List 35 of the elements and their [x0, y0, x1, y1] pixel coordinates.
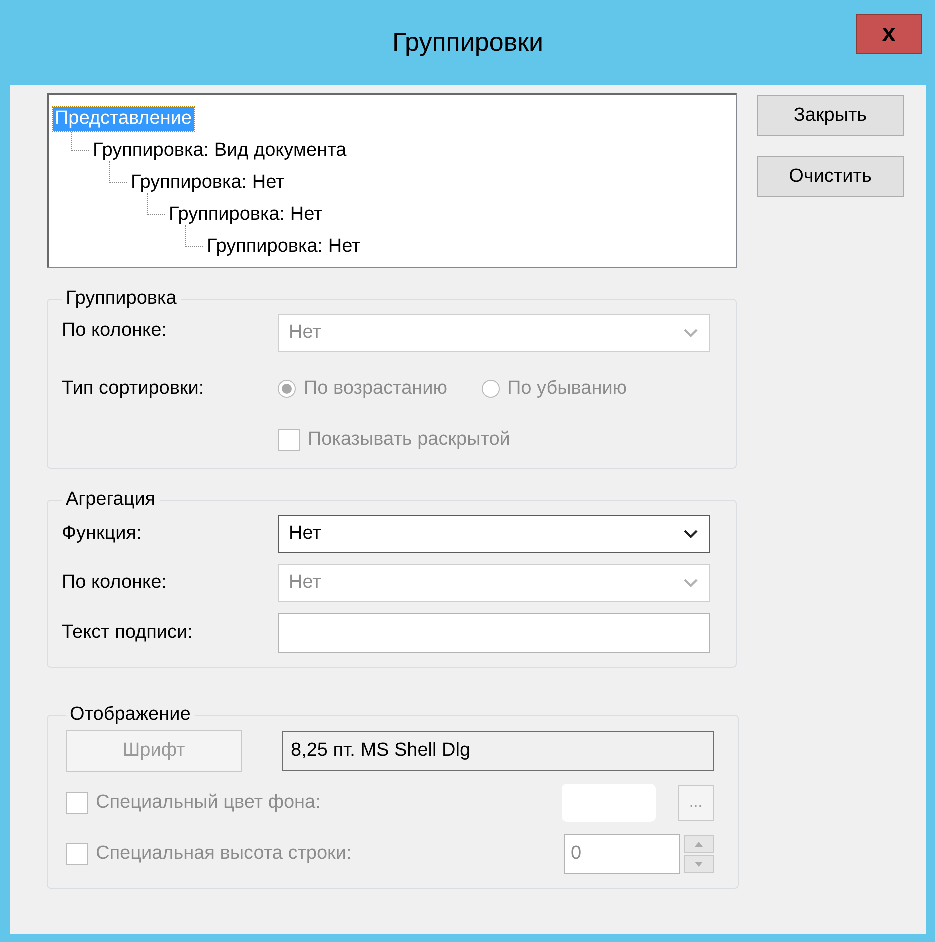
tree-item[interactable]: Группировка: Нет	[167, 203, 325, 227]
window-title: Группировки	[392, 27, 544, 58]
tree-connector	[71, 129, 89, 151]
dialog-button[interactable]: Закрыть	[757, 95, 904, 136]
field-label: По колонке:	[62, 572, 168, 594]
dropdown-chevron-icon	[683, 529, 699, 539]
tree-item[interactable]: Группировка: Нет	[205, 235, 363, 259]
dialog-button[interactable]: Очистить	[757, 156, 904, 197]
field-label: Тип сортировки:	[62, 378, 206, 400]
up-arrow-icon	[695, 842, 703, 846]
spin-down-button[interactable]	[684, 855, 714, 873]
group-title: Группировка	[65, 288, 178, 310]
tree-item[interactable]: Группировка: Вид документа	[91, 139, 349, 163]
tree-connector	[109, 161, 127, 183]
field-label: Текст подписи:	[62, 622, 194, 644]
radio-label: По возрастанию	[304, 378, 448, 400]
radio-label: По убыванию	[508, 378, 628, 400]
checkbox-label: Специальный цвет фона:	[96, 792, 321, 814]
dropdown[interactable]: Нет	[278, 515, 710, 553]
down-arrow-icon	[695, 862, 703, 866]
tree-connector	[185, 225, 203, 247]
field-label: Функция:	[62, 523, 143, 545]
dropdown-chevron-icon	[683, 328, 699, 338]
font-value: 8,25 пт. MS Shell Dlg	[282, 731, 714, 771]
close-button[interactable]: x	[856, 14, 922, 54]
checkbox-label: Специальная высота строки:	[96, 843, 352, 865]
dropdown-chevron-icon	[683, 578, 699, 588]
spin-up-button[interactable]	[684, 835, 714, 853]
group-title: Отображение	[69, 704, 192, 726]
tree-item[interactable]: Группировка: Нет	[129, 171, 287, 195]
field-label: По колонке:	[62, 319, 168, 342]
checkbox-label: Показывать раскрытой	[308, 429, 510, 451]
group-title: Агрегация	[65, 489, 157, 511]
input-field[interactable]	[278, 613, 710, 653]
tree-connector	[147, 193, 165, 215]
